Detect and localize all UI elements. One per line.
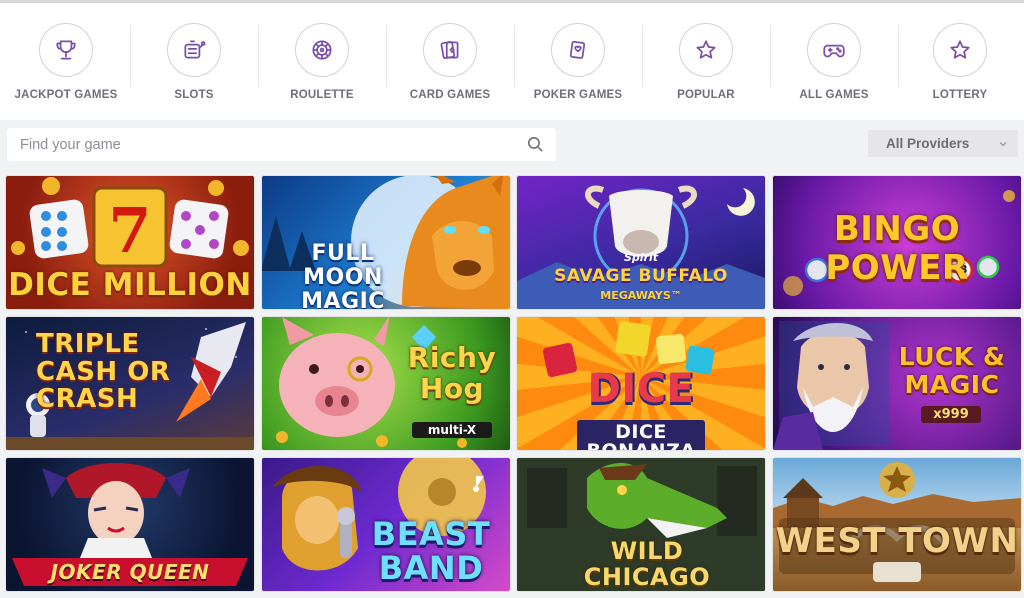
game-title: TRIPLE CASH OR CRASH <box>36 329 171 415</box>
game-tile[interactable]: TRIPLE CASH OR CRASH <box>6 317 254 450</box>
game-tile[interactable]: DICE DICE BONANZA <box>517 317 765 450</box>
game-tile[interactable]: WEST TOWN <box>773 458 1021 591</box>
game-tile[interactable]: Richy Hog multi-X <box>262 317 510 450</box>
category-poker-games[interactable]: POKER GAMES <box>514 3 642 120</box>
game-title-decoration: DICE <box>587 366 695 412</box>
category-label: POPULAR <box>677 89 735 101</box>
svg-text:7: 7 <box>108 194 151 267</box>
game-tile[interactable]: Spirit SAVAGE BUFFALO MEGAWAYS™ <box>517 176 765 309</box>
category-roulette[interactable]: ROULETTE <box>258 3 386 120</box>
game-title: LUCK & MAGIC <box>898 342 1006 399</box>
category-label: ALL GAMES <box>799 89 869 101</box>
game-badge: Spirit <box>623 251 659 264</box>
game-title: DICE MILLION <box>8 267 252 303</box>
chevron-down-icon <box>999 141 1007 146</box>
category-card-games[interactable]: CARD GAMES <box>386 3 514 120</box>
game-tile[interactable]: BEAST BAND <box>262 458 510 591</box>
category-label: JACKPOT GAMES <box>14 89 118 101</box>
search-input[interactable] <box>7 128 507 161</box>
game-title: WILD CHICAGO <box>583 537 711 591</box>
category-label: SLOTS <box>174 89 214 101</box>
game-title: BINGO POWER <box>825 209 969 289</box>
game-title: WEST TOWN <box>775 521 1019 561</box>
gamepad-icon <box>807 23 861 77</box>
roulette-icon <box>295 23 349 77</box>
game-title: Richy Hog <box>407 341 497 405</box>
providers-dropdown[interactable]: All Providers <box>868 130 1018 157</box>
poker-card-icon <box>551 23 605 77</box>
game-tile[interactable]: JOKER QUEEN <box>6 458 254 591</box>
category-lottery[interactable]: LOTTERY <box>896 3 1024 120</box>
game-tile[interactable]: LUCK & MAGIC x999 <box>773 317 1021 450</box>
game-tile[interactable]: WILD CHICAGO <box>517 458 765 591</box>
game-title: BEAST BAND <box>371 515 491 587</box>
category-label: POKER GAMES <box>533 89 623 101</box>
category-label: ROULETTE <box>290 89 354 101</box>
game-subtitle: multi-X <box>412 422 492 438</box>
star-icon <box>679 23 733 77</box>
trophy-icon <box>39 23 93 77</box>
cards-icon <box>423 23 477 77</box>
game-title: SAVAGE BUFFALO <box>554 266 728 286</box>
providers-selected: All Providers <box>886 136 970 151</box>
category-jackpot-games[interactable]: JACKPOT GAMES <box>2 3 130 120</box>
star-icon <box>933 23 987 77</box>
game-title: DICE BONANZA <box>577 420 705 450</box>
slot-machine-icon <box>167 23 221 77</box>
game-title: JOKER QUEEN <box>50 560 210 584</box>
game-tile[interactable]: 53 BINGO POWER <box>773 176 1021 309</box>
game-subtitle: MEGAWAYS™ <box>600 289 682 302</box>
category-label: LOTTERY <box>932 89 988 101</box>
category-all-games[interactable]: ALL GAMES <box>770 3 898 120</box>
search-bar <box>7 128 556 161</box>
category-slots[interactable]: SLOTS <box>130 3 258 120</box>
category-bar: JACKPOT GAMES SLOTS ROULETTE CARD GAMES … <box>0 3 1024 120</box>
category-label: CARD GAMES <box>409 89 491 101</box>
game-tile[interactable]: 7 DICE MILLION <box>6 176 254 309</box>
category-popular[interactable]: POPULAR <box>642 3 770 120</box>
search-icon[interactable] <box>526 135 545 154</box>
game-tile[interactable]: FULL MOON MAGIC <box>262 176 510 309</box>
game-subtitle: x999 <box>921 406 981 423</box>
game-title: FULL MOON MAGIC <box>301 241 385 309</box>
